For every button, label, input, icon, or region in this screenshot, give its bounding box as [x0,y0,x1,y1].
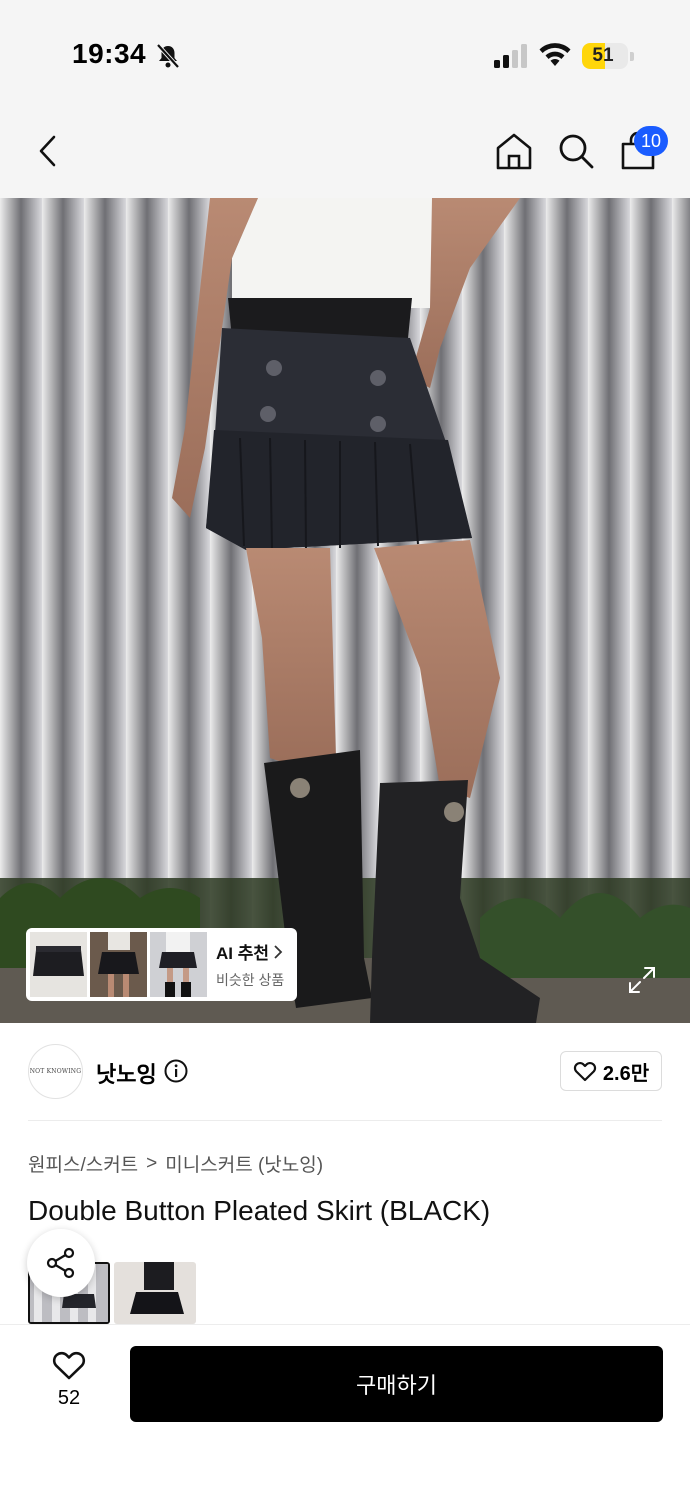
expand-icon[interactable] [626,964,658,996]
info-icon[interactable] [164,1059,188,1083]
ai-card-title-row: AI 추천 [216,939,284,964]
color-option-thumb-2[interactable] [114,1262,196,1324]
breadcrumb-category[interactable]: 원피스/스커트 [28,1150,138,1177]
home-button[interactable] [490,127,538,175]
ai-thumb-3 [150,932,207,997]
cart-count-badge: 10 [634,126,668,156]
heart-icon [573,1062,597,1082]
brand-like-count: 2.6만 [602,1062,650,1085]
status-bar: 19:34 51 [0,0,690,100]
nav-bar [0,100,690,198]
product-title: Double Button Pleated Skirt (BLACK) [28,1195,491,1226]
heart-icon [52,1351,86,1380]
home-icon [496,133,532,170]
brand-name[interactable]: 낫노잉 [96,1057,157,1089]
status-time: 19:34 [72,38,147,69]
breadcrumb-separator: > [146,1152,158,1174]
wishlist-count: 52 [57,1387,81,1409]
breadcrumb-subcategory[interactable]: 미니스커트 (낫노잉) [165,1150,323,1177]
bottom-action-bar: 52 구매하기 [0,1324,690,1500]
product-hero-image[interactable] [0,198,690,1023]
wishlist-button[interactable]: 52 [36,1349,102,1419]
battery-level: 51 [592,45,614,66]
brand-logo[interactable]: NOT KNOWING [28,1044,83,1099]
buy-button[interactable]: 구매하기 [130,1346,663,1422]
ai-card-title: AI 추천 [216,944,270,963]
brand-row: NOT KNOWING 낫노잉 2.6만 [28,1023,662,1121]
bell-slash-icon [156,43,180,69]
ai-recommendation-card[interactable]: AI 추천 비슷한 상품 [26,928,297,1001]
ai-card-subtitle: 비슷한 상품 [216,972,285,988]
breadcrumb: 원피스/스커트 > 미니스커트 (낫노잉) [28,1150,323,1177]
battery-icon: 51 [582,43,628,69]
battery-cap [630,52,634,61]
back-button[interactable] [24,127,72,175]
brand-like-button[interactable]: 2.6만 [560,1051,662,1091]
search-button[interactable] [552,127,600,175]
product-photo [0,198,690,1023]
chevron-right-icon [274,944,283,959]
wifi-icon [539,43,571,66]
share-button[interactable] [27,1229,95,1297]
share-icon [46,1247,75,1279]
back-icon [39,135,56,167]
cellular-signal-icon [494,44,527,68]
ai-thumb-1 [30,932,87,997]
ai-thumb-2 [90,932,147,997]
search-icon [559,134,594,169]
ai-card-text: AI 추천 비슷한 상품 [216,939,284,990]
